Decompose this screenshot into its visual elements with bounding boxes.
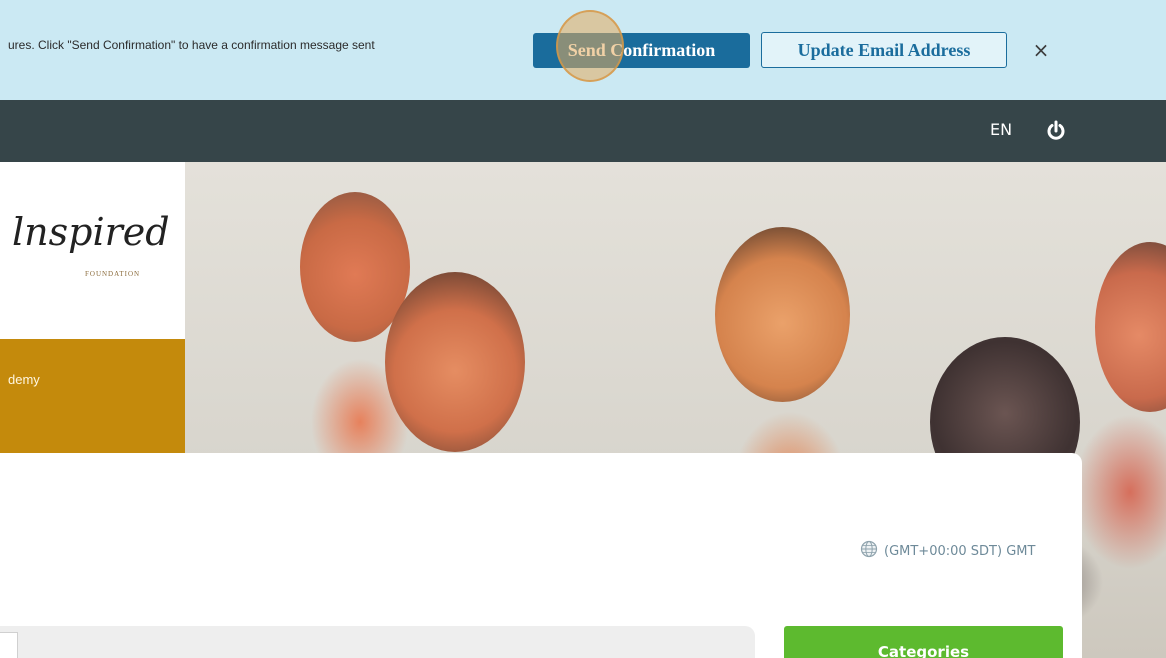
update-email-address-button[interactable]: Update Email Address bbox=[761, 32, 1007, 68]
academy-title: demy bbox=[8, 372, 40, 387]
child-face bbox=[385, 272, 525, 452]
timezone-display[interactable]: (GMT+00:00 SDT) GMT bbox=[860, 540, 1035, 562]
page: ures. Click "Send Confirmation" to have … bbox=[0, 0, 1166, 658]
search-panel bbox=[0, 626, 755, 658]
child-face bbox=[1095, 242, 1166, 412]
banner-message: ures. Click "Send Confirmation" to have … bbox=[8, 38, 375, 52]
categories-button[interactable]: Categories bbox=[784, 626, 1063, 658]
logo-wordmark: lnspired bbox=[12, 210, 170, 254]
send-confirmation-button[interactable]: Send Confirmation bbox=[533, 33, 750, 68]
email-confirmation-banner: ures. Click "Send Confirmation" to have … bbox=[0, 0, 1166, 100]
close-icon[interactable]: × bbox=[1031, 38, 1051, 62]
globe-icon bbox=[860, 540, 878, 562]
timezone-label: (GMT+00:00 SDT) GMT bbox=[884, 543, 1036, 559]
power-icon[interactable] bbox=[1046, 120, 1066, 142]
child-face bbox=[715, 227, 850, 402]
language-selector[interactable]: EN bbox=[990, 120, 1012, 139]
logo-subtitle: FOUNDATION bbox=[85, 270, 141, 278]
organization-logo[interactable]: lnspired FOUNDATION bbox=[0, 162, 185, 339]
academy-banner: demy bbox=[0, 339, 185, 453]
search-input[interactable] bbox=[0, 632, 18, 658]
